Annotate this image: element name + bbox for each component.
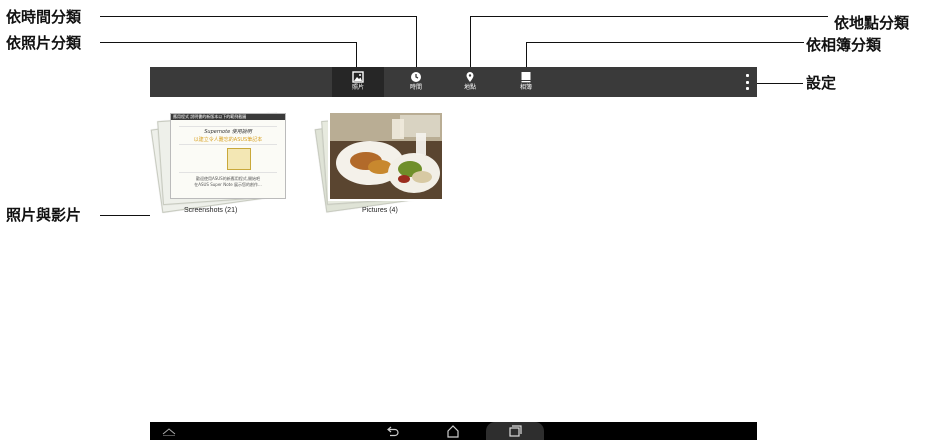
thumbnail-header: 應用程式 說明書的新版本以下的範例截圖 [173, 114, 247, 119]
album-label-pictures: Pictures (4) [362, 207, 398, 214]
leader-line-by-album [526, 42, 804, 43]
food-photo-image [330, 113, 442, 199]
callout-by-photo: 依照片分類 [6, 34, 82, 52]
clock-icon [411, 72, 421, 82]
tab-time-label: 時間 [409, 84, 422, 91]
system-nav-bar [150, 422, 757, 440]
callout-by-album: 依相簿分類 [806, 36, 882, 54]
callout-photos-videos: 照片與影片 [6, 206, 82, 224]
thumbnail-title: Supernote 使用說明 [204, 129, 252, 135]
tab-location-label: 地點 [463, 84, 476, 91]
collapse-icon[interactable] [162, 427, 176, 436]
leader-line-by-location-vertical [470, 16, 471, 68]
thumbnail-subtitle: 以建立令人難忘的ASUS筆記本 [193, 137, 263, 143]
overflow-menu-icon[interactable] [743, 74, 751, 90]
action-bar: 照片 時間 地點 相簿 [150, 67, 757, 97]
food-photo-thumbnail [328, 111, 444, 201]
leader-line-by-photo [100, 42, 357, 43]
tab-photos[interactable]: 照片 [332, 67, 384, 97]
leader-line-by-time-vertical [416, 16, 417, 68]
leader-line-by-photo-vertical [356, 42, 357, 68]
leader-line-by-album-vertical [526, 42, 527, 68]
home-icon[interactable] [446, 424, 460, 438]
photo-icon [352, 71, 364, 83]
callout-by-location: 依地點分類 [834, 14, 910, 32]
back-icon[interactable] [386, 424, 400, 438]
tab-photos-label: 照片 [351, 84, 364, 91]
leader-line-by-time [100, 16, 417, 17]
album-grid: 應用程式 說明書的新版本以下的範例截圖 Supernote 使用說明 以建立令人… [150, 97, 757, 397]
callout-settings: 設定 [806, 74, 837, 92]
location-pin-icon [466, 72, 474, 82]
tab-album-label: 相簿 [519, 84, 532, 91]
tab-time[interactable]: 時間 [390, 67, 442, 97]
tab-location[interactable]: 地點 [444, 67, 496, 97]
album-label-screenshots: Screenshots (21) [184, 207, 238, 214]
recent-apps-icon[interactable] [508, 424, 522, 438]
callout-by-time: 依時間分類 [6, 8, 82, 26]
screenshot-thumbnail: 應用程式 說明書的新版本以下的範例截圖 Supernote 使用說明 以建立令人… [170, 113, 286, 199]
album-icon [521, 72, 531, 83]
leader-line-settings [756, 83, 803, 84]
thumbnail-line-2: 在ASUS Super Note 展示您的創作... [194, 182, 262, 187]
leader-line-by-location [470, 16, 828, 17]
tab-album[interactable]: 相簿 [500, 67, 552, 97]
notepad-icon [227, 148, 251, 170]
album-screenshots[interactable]: 應用程式 說明書的新版本以下的範例截圖 Supernote 使用說明 以建立令人… [150, 107, 292, 219]
album-pictures[interactable]: Pictures (4) [314, 107, 456, 219]
